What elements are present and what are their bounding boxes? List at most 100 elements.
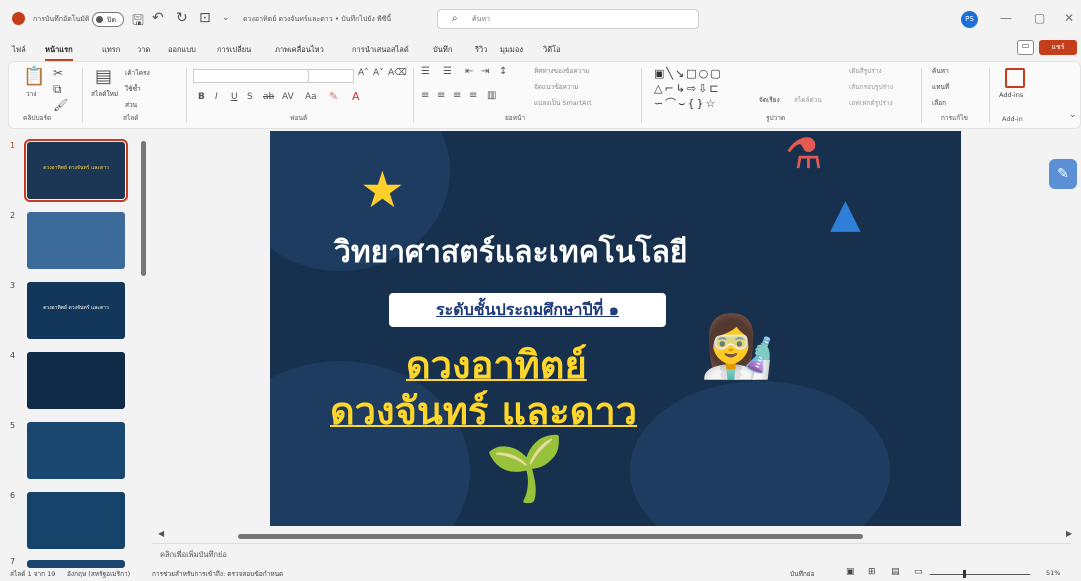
copilot-icon[interactable]: ✎ [1049, 159, 1077, 189]
tab-video[interactable]: วิดีโอ [543, 44, 561, 56]
bold-icon[interactable]: B [198, 92, 205, 102]
restore-icon[interactable]: ▢ [1034, 11, 1045, 25]
elbow-shape-icon[interactable]: ↳ [676, 82, 687, 95]
textbox-shape-icon[interactable]: ▣ [654, 67, 666, 80]
star-shape-icon[interactable]: ☆ [705, 97, 717, 110]
text-direction-button[interactable]: ทิศทางของข้อความ [534, 66, 589, 76]
addins-icon[interactable] [1005, 68, 1025, 88]
format-painter-icon[interactable]: 🖌 [53, 98, 68, 112]
align-text-button[interactable]: จัดแนวข้อความ [534, 82, 579, 92]
close-icon[interactable]: ✕ [1064, 11, 1074, 25]
tab-view[interactable]: มุมมอง [500, 44, 523, 56]
italic-icon[interactable]: I [215, 92, 218, 102]
tab-draw[interactable]: วาด [137, 44, 150, 56]
grade-label-box[interactable]: ระดับชั้นประถมศึกษาปีที่ ๑ [389, 293, 666, 327]
smartart-button[interactable]: แปลงเป็น SmartArt [534, 98, 592, 108]
line-spacing-icon[interactable]: ↕ [499, 66, 507, 77]
shape-effects-button[interactable]: เอฟเฟกต์รูปร่าง [849, 98, 893, 108]
new-slide-icon[interactable]: ▤ [95, 66, 112, 87]
numbering-icon[interactable]: ☰ [443, 66, 452, 77]
oval-shape-icon[interactable]: ○ [699, 67, 711, 80]
align-left-icon[interactable]: ≡ [421, 90, 429, 101]
slide-thumbnail-4[interactable] [27, 352, 125, 409]
align-right-icon[interactable]: ≡ [453, 90, 461, 101]
notes-placeholder[interactable]: คลิกเพื่อเพิ่มบันทึกย่อ [160, 549, 227, 561]
bullets-icon[interactable]: ☰ [421, 66, 430, 77]
triangle-shape-icon[interactable]: △ [654, 82, 664, 95]
font-size-select[interactable] [308, 69, 354, 83]
callout-shape-icon[interactable]: ⊏ [709, 82, 720, 95]
scroll-left-icon[interactable]: ◀ [158, 529, 164, 538]
arrange-button[interactable]: จัดเรียง [759, 95, 780, 105]
down-arrow-shape-icon[interactable]: ⇩ [698, 82, 709, 95]
notes-toggle[interactable]: บันทึกย่อ [790, 569, 815, 579]
slide-thumbnail-6[interactable] [27, 492, 125, 549]
slideshow-icon[interactable]: ▭ [914, 567, 923, 577]
main-slide[interactable]: ★ ⚗ ▲ 👩‍🔬 🌱 [270, 131, 961, 526]
normal-view-icon[interactable]: ▣ [846, 567, 855, 577]
new-slide-button[interactable]: สไลด์ใหม่ [91, 89, 121, 99]
slide-title[interactable]: วิทยาศาสตร์และเทคโนโลยี [334, 229, 687, 276]
highlight-icon[interactable]: ✎ [329, 90, 338, 103]
tab-home[interactable]: หน้าแรก [45, 44, 73, 61]
tab-record[interactable]: บันทึก [433, 44, 452, 56]
autosave-toggle[interactable]: ปิด [92, 12, 124, 27]
rounded-rect-shape-icon[interactable]: ▢ [710, 67, 722, 80]
columns-icon[interactable]: ▥ [487, 90, 496, 101]
accessibility-checker[interactable]: การช่วยสำหรับการเข้าถึง: ตรวจสอบข้อกำหนด [152, 569, 283, 579]
shapes-gallery[interactable]: ▣╲↘□○▢ △⌐↳⇨⇩⊏ ∽⌒⌣{}☆ [654, 66, 723, 111]
minimize-icon[interactable]: — [1000, 11, 1012, 25]
search-box[interactable]: ⌕ [437, 9, 699, 29]
right-arrow-shape-icon[interactable]: ⇨ [687, 82, 698, 95]
slide-topic-line-2[interactable]: ดวงจันทร์ และดาว [330, 380, 637, 441]
shape-outline-button[interactable]: เส้นกรอบรูปร่าง [849, 82, 893, 92]
undo-icon[interactable]: ↶ [152, 10, 164, 26]
reading-view-icon[interactable]: ▤ [891, 567, 900, 577]
clear-format-icon[interactable]: A⌫ [388, 68, 407, 78]
arc-shape-icon[interactable]: ⌒ [665, 97, 678, 110]
line-shape-icon[interactable]: ╲ [666, 67, 675, 80]
copy-icon[interactable]: ⧉ [53, 82, 62, 97]
font-color-icon[interactable]: A [352, 90, 360, 103]
slide-thumbnail-5[interactable] [27, 422, 125, 479]
underline-icon[interactable]: U [231, 92, 238, 102]
section-button[interactable]: ส่วน [125, 100, 137, 110]
shape-fill-button[interactable]: เติมสีรูปร่าง [849, 66, 882, 76]
cut-icon[interactable]: ✂ [53, 66, 63, 80]
horizontal-scrollbar[interactable] [238, 534, 863, 539]
grow-font-icon[interactable]: A˄ [358, 68, 369, 78]
avatar[interactable]: PS [961, 11, 978, 28]
redo-icon[interactable]: ↻ [176, 10, 188, 26]
thumbnail-scrollbar[interactable] [141, 141, 146, 276]
share-button[interactable]: แชร์ [1039, 40, 1077, 55]
replace-button[interactable]: แทนที่ [932, 82, 949, 92]
increase-indent-icon[interactable]: ⇥ [481, 66, 489, 77]
layout-button[interactable]: เค้าโครง [125, 68, 150, 78]
arrow-shape-icon[interactable]: ↘ [675, 67, 686, 80]
tab-animations[interactable]: ภาพเคลื่อนไหว [275, 44, 324, 56]
slide-thumbnail-1[interactable]: ดวงอาทิตย์ ดวงจันทร์ และดาว [24, 139, 128, 202]
change-case-icon[interactable]: Aa [305, 92, 317, 102]
tab-review[interactable]: รีวิว [475, 44, 487, 56]
zoom-level[interactable]: 51% [1046, 569, 1060, 577]
find-button[interactable]: ค้นหา [932, 66, 949, 76]
char-spacing-icon[interactable]: AV [282, 92, 294, 102]
slide-thumbnail-3[interactable]: ดวงอาทิตย์ ดวงจันทร์ และดาว [27, 282, 125, 339]
scroll-right-icon[interactable]: ▶ [1066, 529, 1072, 538]
connector-shape-icon[interactable]: ⌐ [664, 82, 675, 95]
collapse-ribbon-icon[interactable]: ⌄ [1069, 110, 1077, 120]
strikethrough-icon[interactable]: ab [263, 92, 274, 102]
justify-icon[interactable]: ≡ [469, 90, 477, 101]
align-center-icon[interactable]: ≡ [437, 90, 445, 101]
slide-thumbnail-7[interactable] [27, 560, 125, 568]
addins-button[interactable]: Add-ins [999, 91, 1023, 99]
shrink-font-icon[interactable]: A˅ [373, 68, 384, 78]
paste-icon[interactable]: 📋 [23, 66, 45, 87]
zoom-slider[interactable] [930, 574, 1030, 575]
language-indicator[interactable]: อังกฤษ (สหรัฐอเมริกา) [67, 569, 130, 579]
tab-transitions[interactable]: การเปลี่ยน [217, 44, 251, 56]
quick-styles-button[interactable]: สไตล์ด่วน [794, 95, 822, 105]
paste-button[interactable]: วาง [26, 89, 36, 99]
select-button[interactable]: เลือก [932, 98, 946, 108]
document-title[interactable]: ดวงอาทิตย์ ดวงจันทร์และดาว • บันทึกไปยัง… [243, 14, 391, 25]
